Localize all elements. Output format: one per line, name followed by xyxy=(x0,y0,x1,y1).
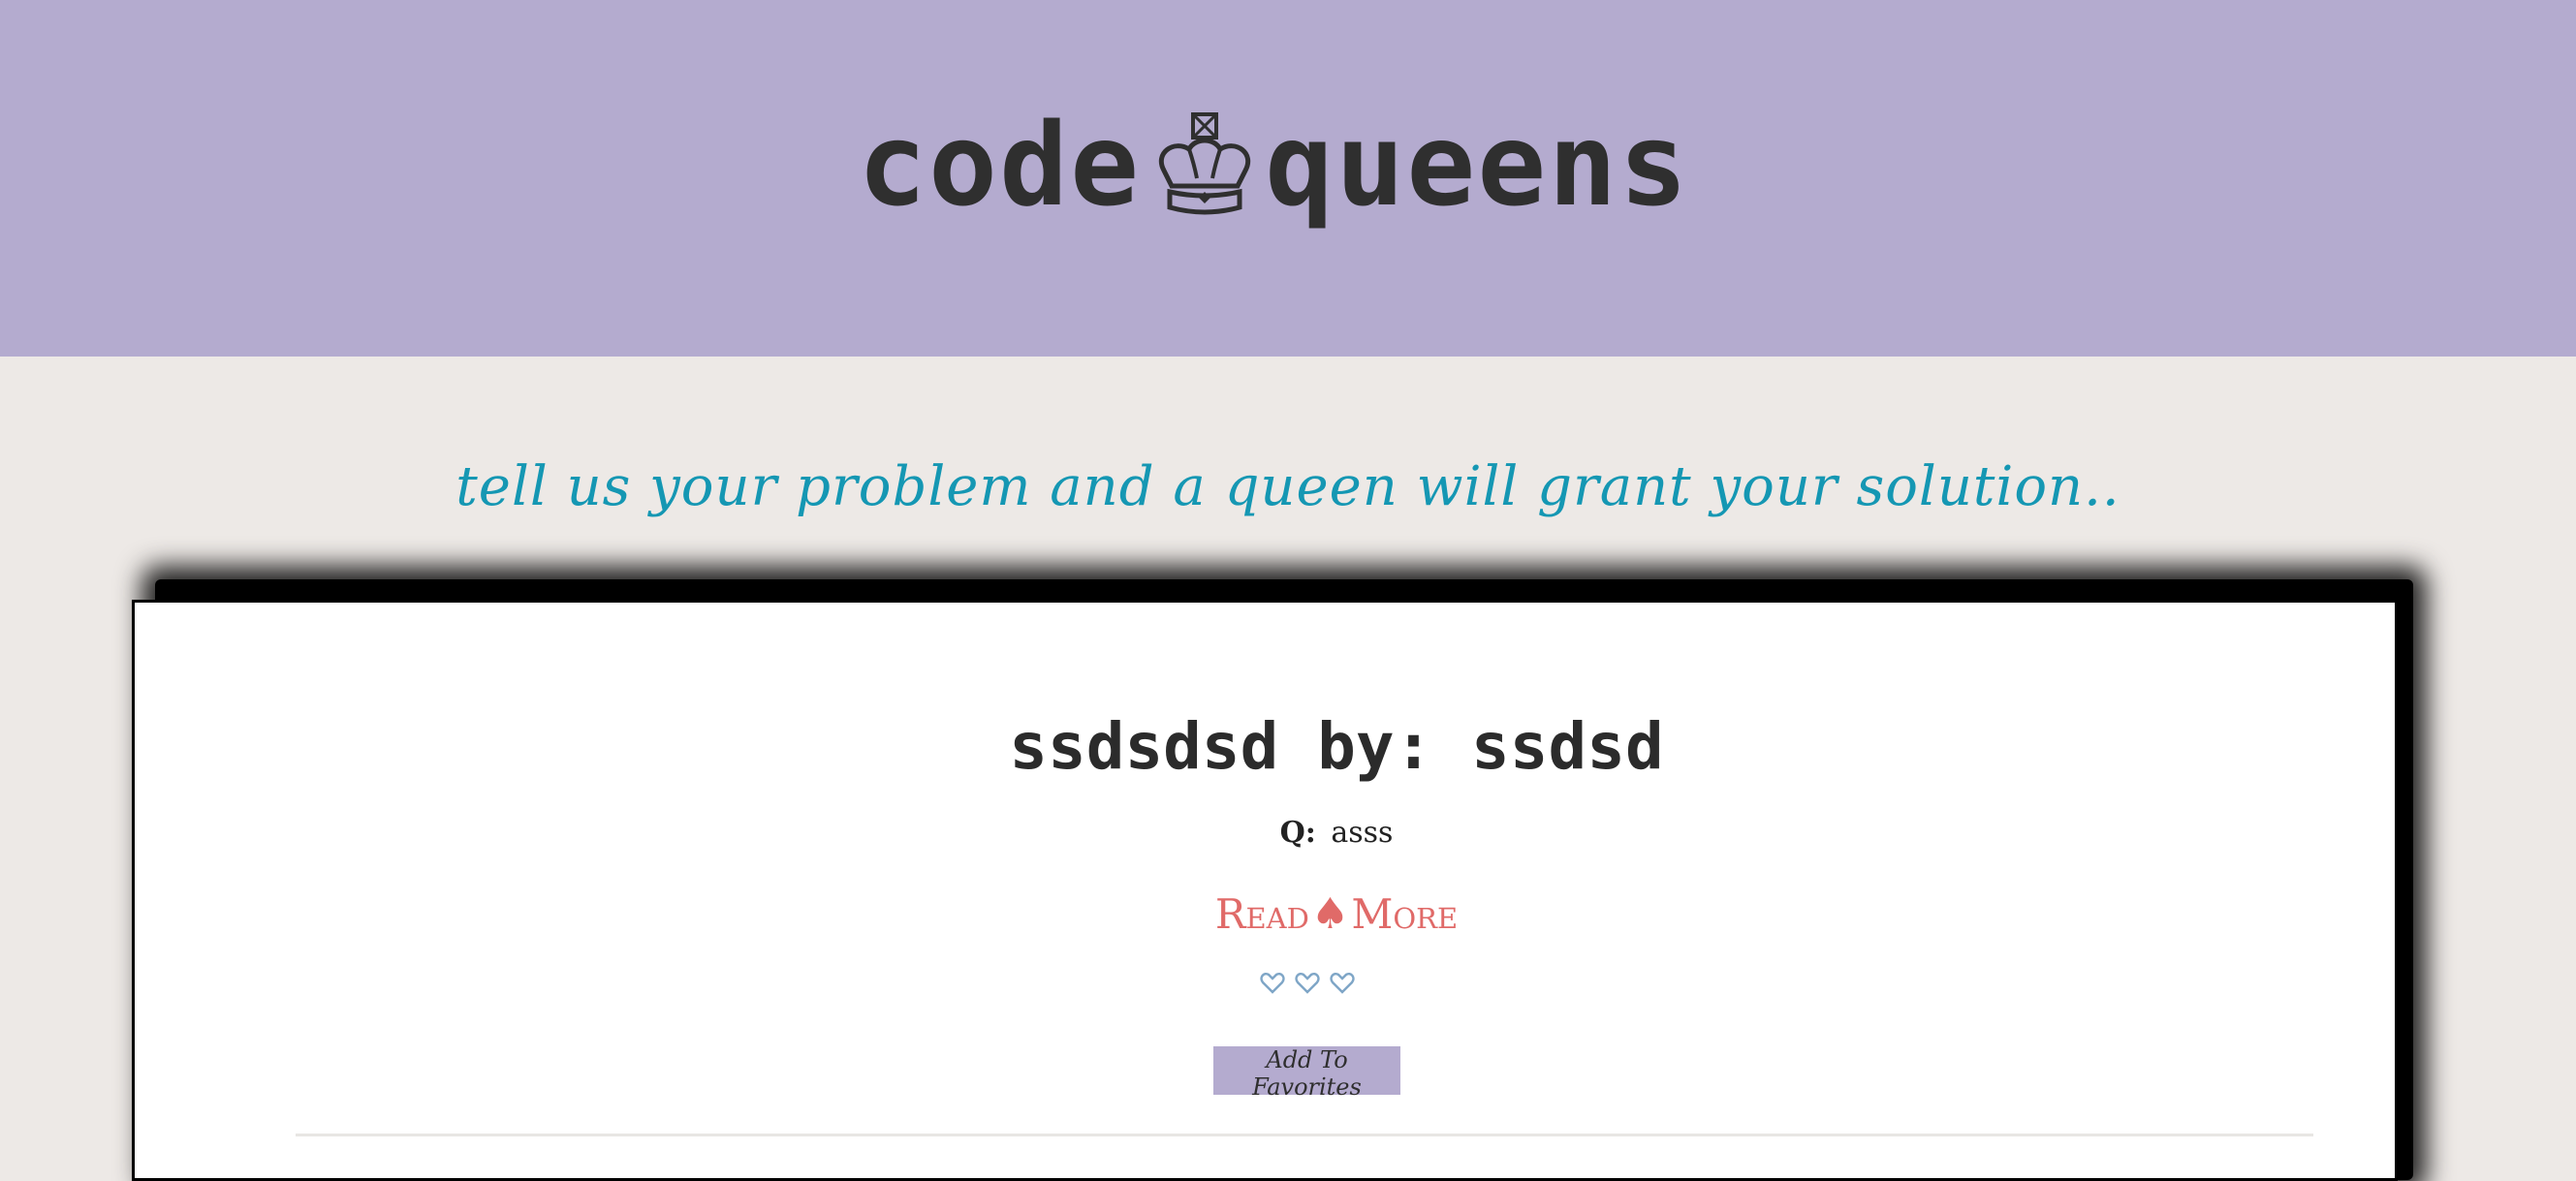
rating-hearts xyxy=(1260,972,1355,995)
heart-outline-icon[interactable] xyxy=(1295,972,1320,995)
logo-text-queens: queens xyxy=(1265,98,1690,232)
question-text: asss xyxy=(1331,816,1394,850)
question-label: Q: xyxy=(1279,816,1316,850)
crown-icon xyxy=(1150,110,1259,219)
post-title: ssdsdsd by: ssdsd xyxy=(1009,709,1664,784)
read-more-label-left: Read xyxy=(1214,890,1309,938)
read-more-label-right: More xyxy=(1351,890,1459,938)
header-banner: code queens xyxy=(0,0,2576,357)
heart-outline-icon[interactable] xyxy=(1330,972,1355,995)
logo-text-code: code xyxy=(858,98,1142,232)
post-card: ssdsdsd by: ssdsd Q: asss Read♠More Add … xyxy=(132,600,2398,1181)
add-to-favorites-button[interactable]: Add To Favorites xyxy=(1213,1046,1400,1101)
tagline: tell us your problem and a queen will gr… xyxy=(456,455,2120,518)
divider xyxy=(296,1134,2313,1136)
heart-outline-icon[interactable] xyxy=(1260,972,1285,995)
post-question: Q: asss xyxy=(135,816,2395,850)
read-more-link[interactable]: Read♠More xyxy=(135,889,2395,939)
spade-icon: ♠ xyxy=(1310,889,1350,939)
site-logo[interactable]: code queens xyxy=(858,107,1689,223)
